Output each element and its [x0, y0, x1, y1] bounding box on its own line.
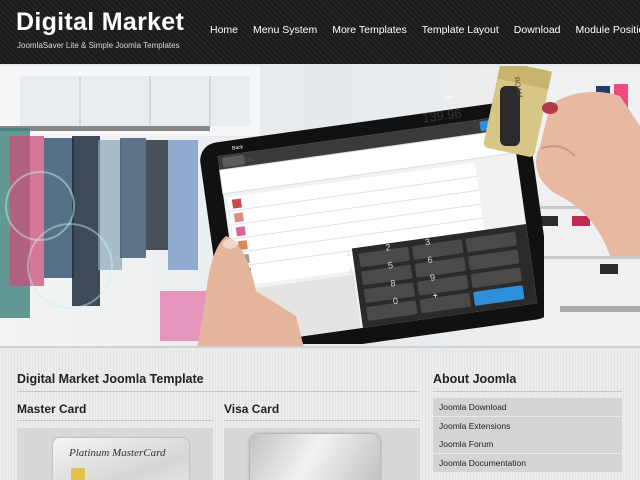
master-card-image: Platinum MasterCard [17, 428, 213, 480]
sidebar-item-joomla-forum[interactable]: Joomla Forum [433, 435, 622, 453]
right-hand-image [536, 91, 640, 256]
sidebar-menu: Joomla Download Joomla Extensions Joomla… [433, 398, 622, 472]
nav-template-layout[interactable]: Template Layout [422, 24, 499, 36]
sidebar-item-joomla-documentation[interactable]: Joomla Documentation [433, 453, 622, 472]
site-header: Digital Market JoomlaSaver Lite & Simple… [0, 0, 640, 64]
left-hand-image [197, 236, 304, 346]
visa-card-graphic [250, 434, 380, 480]
nav-module-position[interactable]: Module Position [576, 24, 640, 36]
card-chip-icon [71, 468, 85, 480]
visa-card-divider [224, 420, 420, 421]
main-nav: Home Menu System More Templates Template… [210, 24, 640, 36]
site-title[interactable]: Digital Market [16, 8, 184, 37]
sidebar-item-joomla-extensions[interactable]: Joomla Extensions [433, 416, 622, 435]
sidebar-item-joomla-download[interactable]: Joomla Download [433, 398, 622, 416]
title-divider [17, 391, 419, 392]
mastercard-label: Platinum MasterCard [69, 447, 166, 459]
nav-more-templates[interactable]: More Templates [332, 24, 407, 36]
visa-card-image [224, 428, 420, 480]
master-card-divider [17, 420, 213, 421]
master-card-heading: Master Card [17, 402, 87, 416]
nav-menu-system[interactable]: Menu System [253, 24, 317, 36]
article-title: Digital Market Joomla Template [17, 372, 204, 386]
site-tagline: JoomlaSaver Lite & Simple Joomla Templat… [17, 41, 180, 50]
sidebar-divider [433, 391, 622, 392]
visa-card-heading: Visa Card [224, 402, 280, 416]
hero-slideshow[interactable]: 139.96 TOTAL Back Next 1 2 3 4 5 6 7 8 9… [0, 66, 640, 346]
nav-download[interactable]: Download [514, 24, 561, 36]
sidebar-title: About Joomla [433, 372, 517, 386]
mastercard-graphic: Platinum MasterCard [53, 438, 189, 480]
nav-home[interactable]: Home [210, 24, 238, 36]
